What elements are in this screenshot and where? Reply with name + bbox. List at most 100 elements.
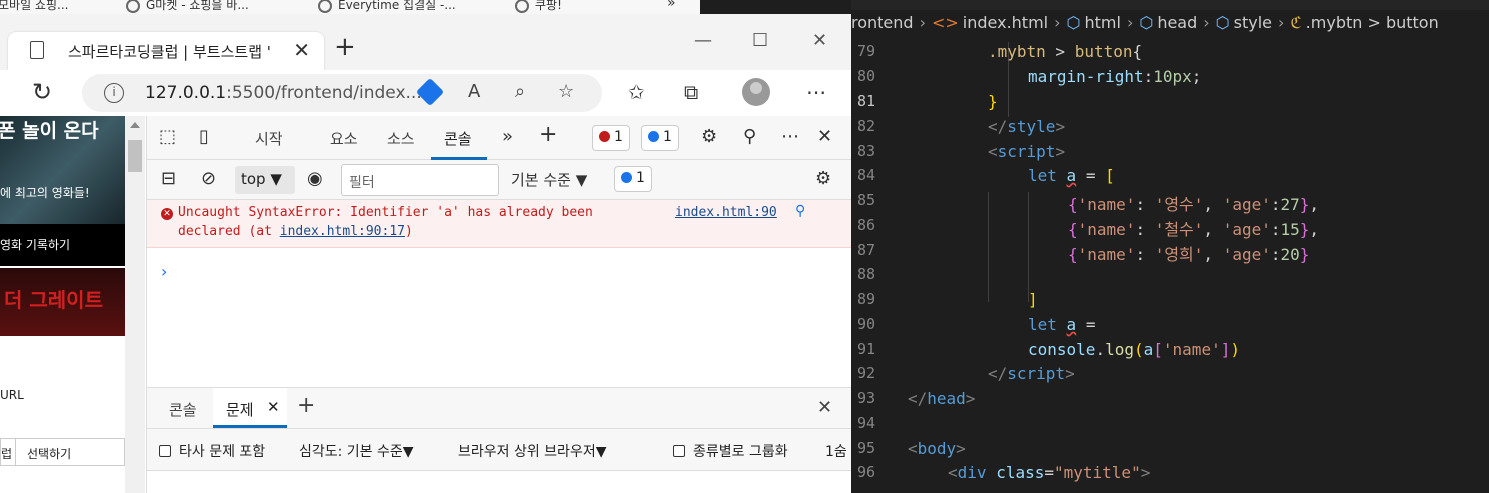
breadcrumb-item[interactable]: rontend bbox=[851, 13, 914, 32]
drawer-tab-console[interactable]: 콘솔 bbox=[169, 399, 197, 420]
zoom-icon[interactable]: ⌕ bbox=[515, 81, 525, 102]
error-count: 1 bbox=[614, 129, 623, 145]
info-icon[interactable]: i bbox=[104, 83, 124, 103]
breadcrumb-separator: › bbox=[1203, 13, 1210, 32]
line-number: 86 bbox=[856, 216, 875, 234]
inspect-icon[interactable]: ⬚ bbox=[159, 126, 176, 147]
more-options-icon[interactable]: ⋯ bbox=[781, 126, 799, 147]
checkbox-label: 종류별로 그룹화 bbox=[693, 444, 788, 460]
code-line: .mybtn > button{ bbox=[988, 42, 1143, 61]
filter-input[interactable]: 필터 bbox=[341, 164, 499, 196]
web-page: 폰 놀이 온다 에 최고의 영화들! 영화 기록하기 더 그레이트 URL 럽 … bbox=[0, 116, 147, 493]
selector-icon: ℭ bbox=[1290, 13, 1302, 32]
error-text: Uncaught SyntaxError: Identifier 'a' has… bbox=[178, 205, 593, 220]
tab-welcome[interactable]: 시작 bbox=[255, 128, 283, 149]
banner-subtitle: 에 최고의 영화들! bbox=[0, 186, 90, 200]
address-bar[interactable]: i 127.0.0.1:5500/frontend/index.... A ⌕ … bbox=[82, 74, 602, 112]
code-line: </script> bbox=[988, 364, 1075, 383]
avatar[interactable] bbox=[742, 78, 770, 106]
message-icon bbox=[648, 131, 659, 142]
record-movie-link[interactable]: 영화 기록하기 bbox=[0, 224, 125, 266]
error-source-link[interactable]: index.html:90 bbox=[675, 205, 777, 220]
group-by-kind-checkbox[interactable]: 종류별로 그룹화 bbox=[673, 441, 788, 461]
tab-title: 스파르타코딩클럽 | 부트스트랩 ' bbox=[68, 43, 271, 61]
reload-icon[interactable]: ↻ bbox=[32, 78, 52, 106]
maximize-button[interactable]: ☐ bbox=[752, 30, 768, 51]
select-dropdown[interactable]: 선택하기 bbox=[15, 439, 125, 465]
address-toolbar: ↻ i 127.0.0.1:5500/frontend/index.... A … bbox=[0, 70, 851, 116]
settings-icon[interactable]: ⚙ bbox=[701, 126, 717, 147]
context-selector[interactable]: top ▼ bbox=[235, 166, 295, 194]
breadcrumb-item[interactable]: style bbox=[1234, 13, 1272, 32]
tab-elements[interactable]: 요소 bbox=[330, 128, 358, 149]
console-error-message: ✕ Uncaught SyntaxError: Identifier 'a' h… bbox=[147, 200, 851, 248]
breadcrumb-item[interactable]: .mybtn > button bbox=[1306, 13, 1439, 32]
tab-sources[interactable]: 소스 bbox=[387, 128, 415, 149]
code-line: {'name': '영희', 'age':20} bbox=[1068, 245, 1310, 264]
scroll-thumb[interactable] bbox=[128, 140, 142, 172]
tab-console[interactable]: 콘솔 bbox=[444, 128, 472, 149]
read-aloud-icon[interactable]: A bbox=[468, 81, 480, 102]
more-menu-icon[interactable]: ⋯ bbox=[806, 80, 826, 104]
info-count: 1 bbox=[663, 129, 672, 145]
collections-icon[interactable]: ⧉ bbox=[684, 80, 698, 104]
favorite-add-icon[interactable]: ☆ bbox=[558, 81, 574, 102]
device-toggle-icon[interactable]: ▯ bbox=[199, 126, 209, 147]
code-line: {'name': '철수', 'age':15}, bbox=[1068, 220, 1320, 239]
page-scrollbar[interactable] bbox=[125, 116, 145, 493]
clear-console-icon[interactable]: ⊘ bbox=[201, 168, 216, 189]
bookmark-item[interactable]: G마켓 - 쇼핑을 바... bbox=[126, 0, 249, 13]
page-icon bbox=[30, 41, 44, 59]
severity-dropdown[interactable]: 심각도: 기본 수준▼ bbox=[299, 441, 414, 461]
bookmark-item[interactable]: Everytime 집결실 -... bbox=[318, 0, 456, 13]
bookmarks-more-button[interactable]: » bbox=[667, 0, 676, 11]
connections-icon[interactable]: ⚲ bbox=[743, 126, 756, 147]
sidebar-toggle-icon[interactable]: ⊟ bbox=[161, 168, 176, 189]
breadcrumb-item[interactable]: index.html bbox=[963, 13, 1048, 32]
bookmark-label: 쿠팡! bbox=[535, 0, 562, 12]
new-tab-button[interactable]: + bbox=[334, 32, 356, 62]
drawer-tab-issues[interactable]: 문제 ✕ bbox=[213, 388, 287, 428]
levels-message-badge[interactable]: 1 bbox=[614, 166, 652, 192]
bookmark-item[interactable]: 모바일 쇼핑... bbox=[0, 0, 68, 13]
browser-tab[interactable]: 스파르타코딩클럽 | 부트스트랩 ' ✕ bbox=[8, 32, 324, 70]
console-settings-icon[interactable]: ⚙ bbox=[815, 168, 831, 189]
code-line: {'name': '영수', 'age':27}, bbox=[1068, 195, 1320, 214]
live-expression-icon[interactable]: ◉ bbox=[307, 168, 323, 189]
favorites-icon[interactable]: ✩ bbox=[628, 80, 645, 104]
more-tabs-button[interactable]: » bbox=[502, 126, 513, 147]
levels-label: 기본 수준 bbox=[511, 171, 571, 189]
minimize-button[interactable]: — bbox=[694, 30, 712, 51]
url-path: :5500/frontend/index.... bbox=[226, 83, 428, 103]
line-number: 94 bbox=[856, 414, 875, 432]
search-icon[interactable]: ⚲ bbox=[795, 203, 805, 219]
line-number: 96 bbox=[856, 463, 875, 481]
error-location: declared (at index.html:90:17) bbox=[178, 224, 413, 239]
third-party-checkbox[interactable]: 타사 문제 포함 bbox=[159, 441, 265, 461]
drawer-close-button[interactable]: ✕ bbox=[817, 397, 832, 418]
element-icon: ⬡ bbox=[1215, 13, 1230, 32]
breadcrumb-item[interactable]: head bbox=[1157, 13, 1197, 32]
log-levels-dropdown[interactable]: 기본 수준 ▼ bbox=[511, 169, 587, 190]
scroll-up-icon[interactable] bbox=[130, 122, 140, 128]
info-count-badge[interactable]: 1 bbox=[641, 125, 679, 151]
message-icon bbox=[621, 172, 632, 183]
add-tab-button[interactable]: + bbox=[539, 122, 557, 147]
drawer-tab-close[interactable]: ✕ bbox=[267, 398, 280, 416]
console-prompt[interactable]: › bbox=[161, 262, 167, 281]
line-number: 81 bbox=[856, 92, 875, 110]
hidden-issues-count: 1숨 bbox=[825, 444, 847, 460]
devtools-close-button[interactable]: ✕ bbox=[817, 126, 832, 147]
line-number: 95 bbox=[856, 439, 875, 457]
bookmark-item[interactable]: 쿠팡! bbox=[515, 0, 562, 13]
window-close-button[interactable]: ✕ bbox=[812, 30, 827, 51]
tab-bar: 스파르타코딩클럽 | 부트스트랩 ' ✕ + — ☐ ✕ bbox=[0, 14, 851, 70]
error-location-link[interactable]: index.html:90:17 bbox=[280, 224, 405, 239]
error-count-badge[interactable]: 1 bbox=[592, 125, 630, 151]
tab-close-button[interactable]: ✕ bbox=[293, 38, 310, 62]
select-row: 럽 선택하기 bbox=[0, 438, 125, 466]
browser-dropdown[interactable]: 브라우저 상위 브라우저▼ bbox=[458, 441, 606, 461]
line-number: 80 bbox=[856, 67, 875, 85]
breadcrumb-item[interactable]: html bbox=[1084, 13, 1120, 32]
drawer-add-tab-button[interactable]: + bbox=[297, 393, 315, 418]
